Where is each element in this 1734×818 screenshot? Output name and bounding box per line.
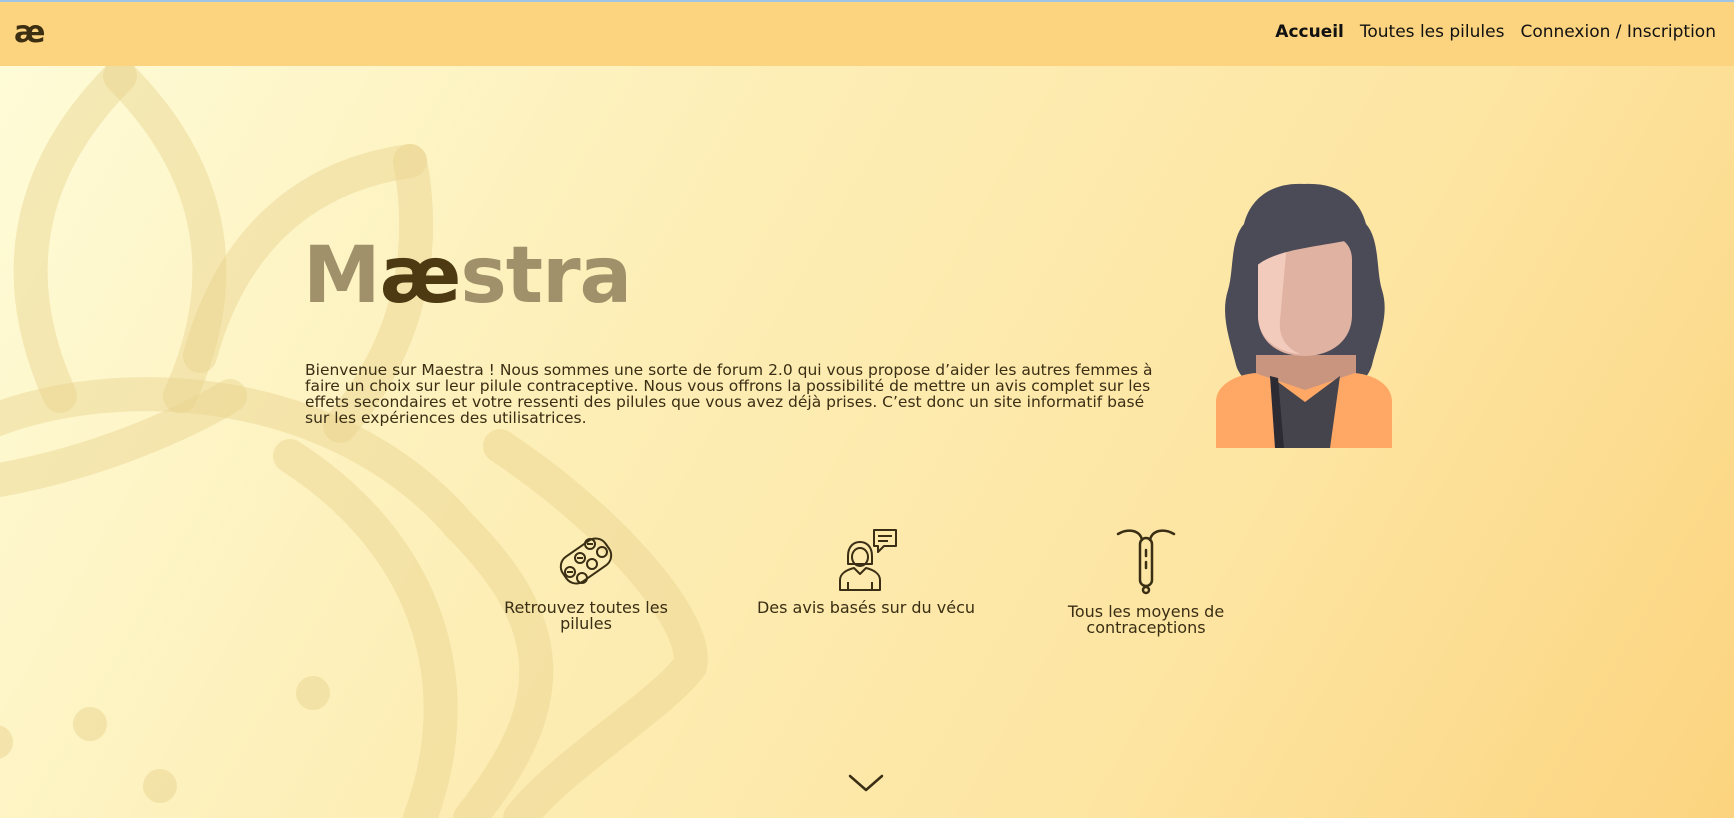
main-navigation: Accueil Toutes les pilules Connexion / I…	[1275, 22, 1716, 42]
chevron-down-icon[interactable]	[846, 770, 886, 796]
feature-contraceptions-label: Tous les moyens de contraceptions	[1067, 602, 1225, 637]
iud-icon	[1116, 529, 1176, 595]
brand-title-prefix: M	[303, 231, 381, 321]
feature-pilules-label: Retrouvez toutes les pilules	[504, 598, 668, 633]
top-navbar: æ Accueil Toutes les pilules Connexion /…	[0, 2, 1734, 66]
intro-paragraph: Bienvenue sur Maestra ! Nous sommes une …	[305, 361, 1153, 427]
woman-avatar-illustration	[1216, 183, 1392, 448]
feature-contraceptions: Tous les moyens de contraceptions	[1036, 526, 1256, 636]
nav-link-connexion-inscription[interactable]: Connexion / Inscription	[1520, 22, 1716, 42]
feature-avis-label: Des avis basés sur du vécu	[756, 598, 976, 617]
feature-avis: Des avis basés sur du vécu	[756, 528, 976, 616]
flower-background-decoration	[0, 66, 708, 818]
pill-blister-icon	[559, 537, 613, 585]
nav-link-toutes-les-pilules[interactable]: Toutes les pilules	[1360, 22, 1505, 42]
brand-title-ligature: æ	[379, 231, 462, 321]
woman-speech-bubble-icon	[839, 529, 897, 591]
site-logo[interactable]: æ	[14, 16, 45, 50]
brand-title-suffix: stra	[460, 231, 632, 321]
brand-title: Mæstra	[303, 228, 632, 324]
nav-link-accueil[interactable]: Accueil	[1275, 22, 1344, 42]
feature-pilules: Retrouvez toutes les pilules	[476, 528, 696, 632]
